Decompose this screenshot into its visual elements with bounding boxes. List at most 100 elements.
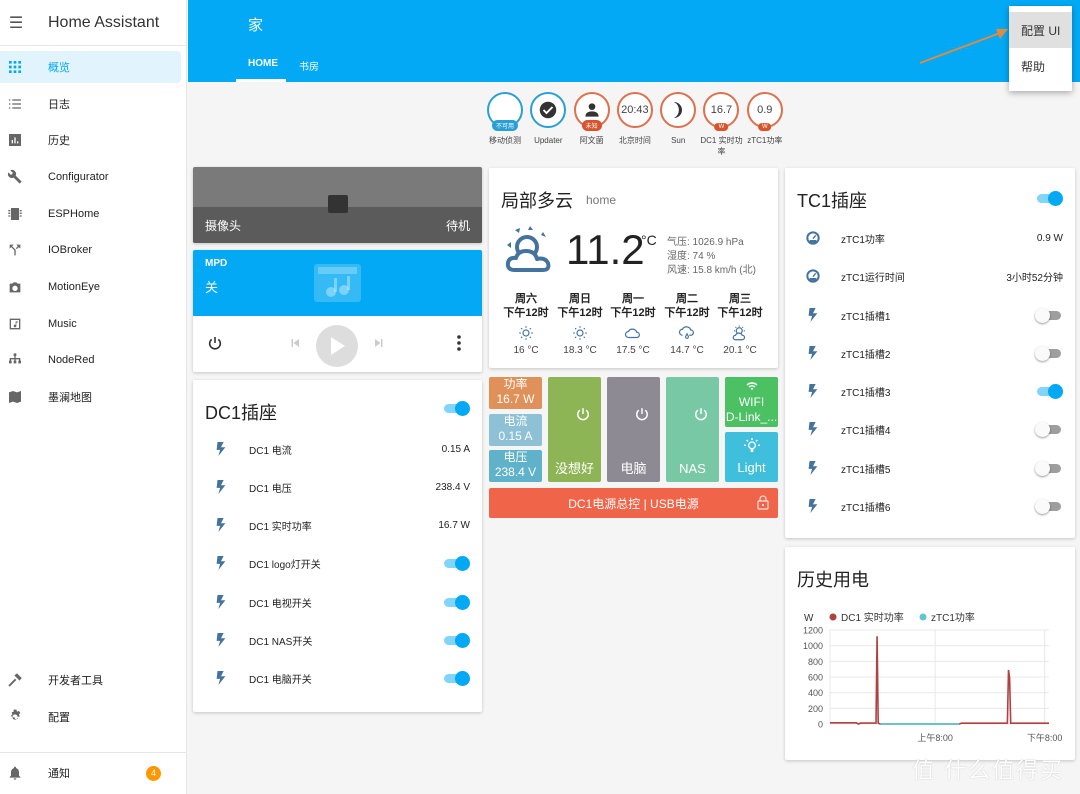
sidebar-item-概览[interactable]: 概览 (0, 51, 181, 83)
entity-toggle[interactable] (442, 595, 470, 610)
sidebar-item-nodered[interactable]: NodeRed (0, 344, 181, 376)
current-tile[interactable]: 电流 0.15 A (489, 414, 542, 446)
badge-name: 北京时间 (618, 136, 651, 145)
entity-name[interactable]: zTC1插槽3 (841, 384, 1035, 399)
tile-label: WIFI (738, 395, 765, 409)
sidebar-item-esphome[interactable]: ESPHome (0, 198, 181, 230)
menu-item-help[interactable]: 帮助 (1009, 48, 1072, 84)
badge-unit: 不可用 (491, 120, 519, 131)
previous-track-icon[interactable] (289, 337, 301, 349)
forecast-day-name: 周六 (515, 293, 537, 305)
entity-toggle[interactable] (1035, 308, 1063, 323)
menu-item-configure-ui[interactable]: 配置 UI (1009, 12, 1072, 48)
entity-name[interactable]: DC1 电脑开关 (249, 671, 442, 686)
entity-toggle[interactable] (1035, 384, 1063, 399)
hammer-icon (0, 672, 30, 688)
state-badge[interactable]: Sun (659, 92, 697, 157)
entity-name[interactable]: DC1 电视开关 (249, 595, 442, 610)
cloudy-icon (624, 328, 640, 339)
entity-value: 3小时52分钟 (1006, 272, 1063, 284)
state-badge[interactable]: 0.9 W zTC1功率 (746, 92, 784, 157)
more-vert-icon[interactable] (453, 335, 465, 351)
entity-name[interactable]: zTC1插槽2 (841, 346, 1035, 361)
state-badge[interactable]: 未知 阿文菌 (573, 92, 611, 157)
sidebar-item-motioneye[interactable]: MotionEye (0, 271, 181, 303)
entity-name[interactable]: DC1 电压 (249, 480, 436, 495)
sidebar-item-music[interactable]: Music (0, 308, 181, 340)
entity-name[interactable]: zTC1插槽4 (841, 422, 1035, 437)
badge-circle (660, 92, 697, 128)
entity-name[interactable]: DC1 NAS开关 (249, 633, 442, 648)
annotation-arrow-icon (919, 29, 1008, 64)
forecast-day: 周日 下午12时 18.3 °C (553, 292, 607, 356)
entity-toggle[interactable] (442, 556, 470, 571)
entity-toggle[interactable] (1035, 499, 1063, 514)
sidebar-item-developer-tools[interactable]: 开发者工具 (0, 664, 181, 696)
entity-toggle[interactable] (1035, 346, 1063, 361)
weather-temperature: 11.2 (566, 226, 645, 273)
entity-toggle[interactable] (1035, 422, 1063, 437)
power-tile[interactable]: 功率 16.7 W (489, 377, 542, 409)
sidebar-item-label: 历史 (48, 135, 70, 147)
partly-cloudy-icon (505, 226, 551, 272)
entity-name[interactable]: zTC1插槽5 (841, 461, 1035, 476)
page-title: 家 (248, 17, 264, 34)
camera-card[interactable]: 摄像头 待机 (193, 167, 482, 243)
tab-study[interactable]: 书房 (299, 58, 319, 73)
entity-name[interactable]: DC1 电流 (249, 442, 442, 457)
switch-tile-2[interactable]: 电脑 (607, 377, 660, 482)
flash-icon (216, 595, 226, 609)
forecast-day: 周三 下午12时 20.1 °C (713, 292, 767, 356)
tc1-master-toggle[interactable] (1035, 191, 1063, 206)
sidebar-item-label: ESPHome (48, 208, 100, 220)
switch-tile-3[interactable]: NAS (666, 377, 719, 482)
forecast-time: 下午12时 (610, 307, 656, 319)
entity-name[interactable]: DC1 logo灯开关 (249, 556, 442, 571)
entity-name[interactable]: zTC1功率 (841, 231, 1037, 246)
entity-name[interactable]: zTC1插槽1 (841, 308, 1035, 323)
tc1-entities-card: TC1插座 zTC1功率 0.9 WzTC1运行时间 3小时52分钟 zTC1插槽1 z… (785, 168, 1075, 538)
entity-toggle[interactable] (1035, 461, 1063, 476)
entity-value: 238.4 V (435, 481, 470, 493)
power-icon[interactable] (207, 335, 223, 351)
badge-name: 移动侦测 (489, 136, 521, 145)
sidebar-item-label: 墨澜地图 (48, 392, 92, 404)
account-icon (584, 103, 599, 117)
flash-icon (216, 518, 226, 532)
entity-toggle[interactable] (442, 633, 470, 648)
camera-icon (0, 279, 30, 295)
weather-card[interactable]: 局部多云 home 11.2 °C 气压: 1026.9 hPa 湿度: 74 … (489, 168, 778, 368)
play-button[interactable] (316, 325, 358, 367)
sidebar-item-notifications[interactable]: 通知 4 (0, 757, 181, 789)
badge-circle: 0.9 W (746, 92, 783, 131)
badge-name: zTC1功率 (747, 136, 783, 145)
master-power-button[interactable]: DC1电源总控 | USB电源 (489, 488, 778, 518)
sidebar-item-墨澜地图[interactable]: 墨澜地图 (0, 381, 181, 413)
menu-collapse-icon[interactable]: ☰ (0, 13, 32, 33)
sidebar-item-configurator[interactable]: Configurator (0, 161, 181, 193)
entity-name[interactable]: DC1 实时功率 (249, 518, 438, 533)
voltage-tile[interactable]: 电压 238.4 V (489, 450, 542, 482)
sitemap-icon (0, 352, 30, 368)
dc1-master-toggle[interactable] (442, 401, 470, 416)
sidebar-item-configuration[interactable]: 配置 (0, 701, 181, 733)
state-badge[interactable]: 不可用 移动侦测 (486, 92, 524, 157)
state-badge[interactable]: 16.7 W DC1 实时功率 (700, 92, 743, 157)
state-badge[interactable]: 20:43 北京时间 (616, 92, 654, 157)
state-badge[interactable]: Updater (529, 92, 567, 157)
tab-home[interactable]: HOME (248, 58, 278, 69)
entity-name[interactable]: zTC1插槽6 (841, 499, 1035, 514)
switch-tile-1[interactable]: 没想好 (548, 377, 601, 482)
music-video-icon (314, 264, 361, 302)
sidebar-item-历史[interactable]: 历史 (0, 124, 181, 156)
light-tile[interactable]: Light (725, 432, 778, 482)
next-track-icon[interactable] (373, 337, 385, 349)
sidebar-item-日志[interactable]: 日志 (0, 88, 181, 120)
entity-value: 0.15 A (441, 443, 470, 455)
entity-name[interactable]: zTC1运行时间 (841, 269, 1006, 284)
sidebar-item-iobroker[interactable]: IOBroker (0, 234, 181, 266)
entity-toggle[interactable] (442, 671, 470, 686)
entity-row: DC1 电流 0.15 A (193, 430, 482, 468)
wifi-tile[interactable]: WIFI D-Link_... (725, 377, 778, 427)
watermark: 值 什么值得买 (912, 758, 1065, 783)
